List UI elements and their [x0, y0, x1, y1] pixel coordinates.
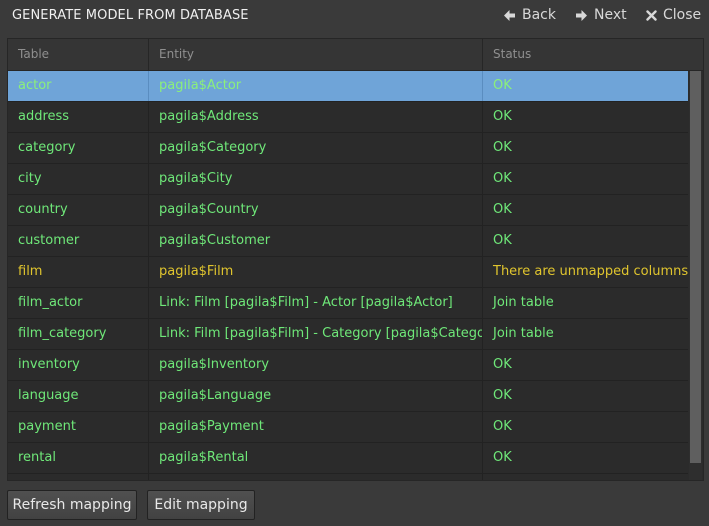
cell-table: actor: [8, 71, 149, 101]
cell-entity: pagila$Language: [149, 381, 483, 411]
cell-status: OK: [493, 233, 512, 248]
cell-entity: pagila$Address: [149, 102, 483, 132]
table-row[interactable]: payment pagila$Payment OK: [8, 412, 688, 443]
refresh-mapping-button[interactable]: Refresh mapping: [7, 490, 137, 520]
title-bar: GENERATE MODEL FROM DATABASE Back Next C…: [0, 0, 709, 32]
close-button[interactable]: Close: [646, 7, 701, 23]
cell-entity: pagila$Actor: [149, 71, 483, 101]
arrow-right-icon: [575, 9, 588, 22]
column-header-entity[interactable]: Entity: [149, 39, 483, 70]
table-row[interactable]: category pagila$Category OK: [8, 133, 688, 164]
cell-entity: pagila$City: [149, 164, 483, 194]
cell-status: OK: [493, 450, 512, 465]
arrow-left-icon: [503, 9, 516, 22]
cell-table: film: [8, 257, 149, 287]
close-label: Close: [663, 7, 702, 23]
cell-status: Join table: [493, 326, 554, 341]
cell-status: OK: [493, 388, 512, 403]
cell-table: city: [8, 164, 149, 194]
cell-table: inventory: [8, 350, 149, 380]
table-row[interactable]: rental pagila$Rental OK: [8, 443, 688, 474]
table-row[interactable]: address pagila$Address OK: [8, 102, 688, 133]
table-row[interactable]: inventory pagila$Inventory OK: [8, 350, 688, 381]
next-label: Next: [594, 7, 627, 23]
scrollbar-thumb[interactable]: [690, 71, 701, 463]
cell-table: payment: [8, 412, 149, 442]
table-header: Table Entity Status: [8, 39, 703, 71]
cell-status: There are unmapped columns: [493, 264, 688, 279]
cell-status: OK: [493, 419, 512, 434]
table-row[interactable]: actor pagila$Actor OK: [8, 71, 688, 102]
back-label: Back: [522, 7, 556, 23]
table-row[interactable]: film_category Link: Film [pagila$Film] - …: [8, 319, 688, 350]
cell-entity: Link: Film [pagila$Film] - Category [pag…: [149, 319, 483, 349]
cell-status: OK: [493, 109, 512, 124]
edit-mapping-button[interactable]: Edit mapping: [147, 490, 255, 520]
cell-table: country: [8, 195, 149, 225]
cell-table: language: [8, 381, 149, 411]
vertical-scrollbar[interactable]: [689, 71, 702, 480]
cell-entity: pagila$Country: [149, 195, 483, 225]
next-button[interactable]: Next: [575, 7, 627, 23]
table-row[interactable]: city pagila$City OK: [8, 164, 688, 195]
cell-status: OK: [493, 357, 512, 372]
cell-table: film_actor: [8, 288, 149, 318]
cell-entity: pagila$Category: [149, 133, 483, 163]
cell-status: Join table: [493, 295, 554, 310]
back-button[interactable]: Back: [503, 7, 556, 23]
cell-entity: pagila$Inventory: [149, 350, 483, 380]
cell-entity: pagila$Rental: [149, 443, 483, 473]
cell-entity: pagila$Customer: [149, 226, 483, 256]
cell-status: OK: [493, 171, 512, 186]
table-row[interactable]: film_actor Link: Film [pagila$Film] - Act…: [8, 288, 688, 319]
cell-entity: pagila$Film: [149, 257, 483, 287]
mapping-table: Table Entity Status actor pagila$Actor OK a…: [7, 38, 704, 481]
cell-table: film_category: [8, 319, 149, 349]
cell-table: [8, 474, 149, 480]
table-row[interactable]: film pagila$Film There are unmapped column…: [8, 257, 688, 288]
cell-status: OK: [493, 78, 512, 93]
cell-table: address: [8, 102, 149, 132]
cell-table: rental: [8, 443, 149, 473]
cell-table: category: [8, 133, 149, 163]
cell-status: OK: [493, 202, 512, 217]
dialog-title: GENERATE MODEL FROM DATABASE: [12, 8, 249, 23]
cell-status: OK: [493, 140, 512, 155]
table-row[interactable]: country pagila$Country OK: [8, 195, 688, 226]
cell-entity: [149, 474, 483, 480]
column-header-status[interactable]: Status: [483, 39, 688, 70]
table-body: actor pagila$Actor OK address pagila$Address…: [8, 71, 688, 480]
column-header-table[interactable]: Table: [8, 39, 149, 70]
cell-status: [483, 474, 688, 480]
table-row[interactable]: [8, 474, 688, 480]
cell-table: customer: [8, 226, 149, 256]
table-row[interactable]: language pagila$Language OK: [8, 381, 688, 412]
table-row[interactable]: customer pagila$Customer OK: [8, 226, 688, 257]
cell-entity: pagila$Payment: [149, 412, 483, 442]
cell-entity: Link: Film [pagila$Film] - Actor [pagila…: [149, 288, 483, 318]
close-icon: [646, 9, 657, 21]
